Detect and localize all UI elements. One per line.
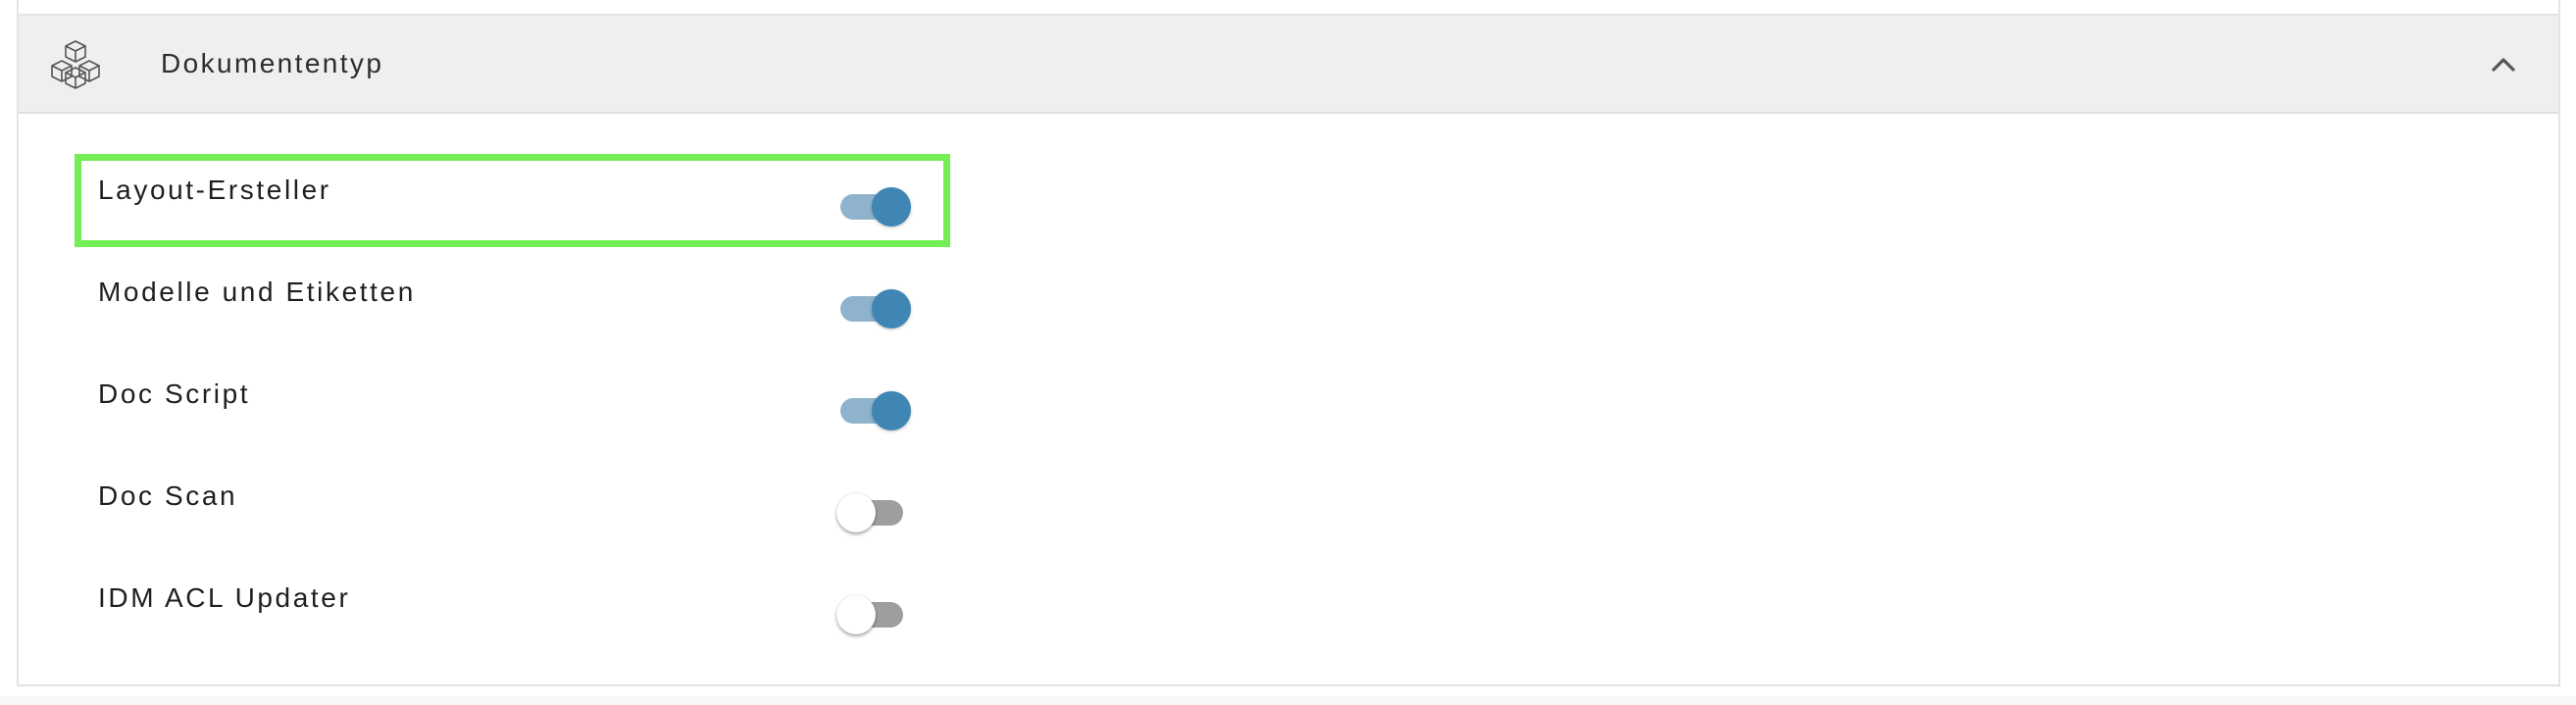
section-title: Dokumententyp	[161, 48, 384, 78]
previous-section-edge	[19, 0, 2558, 16]
toggle-knob	[872, 391, 911, 430]
layout-ersteller-toggle[interactable]	[836, 181, 911, 228]
list-item-idm-acl-updater: IDM ACL Updater	[98, 553, 961, 641]
list-item-doc-script: Doc Script	[98, 349, 961, 437]
toggle-knob	[872, 289, 911, 328]
list-item-layout-ersteller: Layout-Ersteller	[98, 145, 961, 233]
toggle-knob	[836, 493, 876, 532]
list-item-doc-scan: Doc Scan	[98, 451, 961, 539]
doc-scan-toggle[interactable]	[836, 487, 911, 534]
idm-acl-updater-toggle[interactable]	[836, 589, 911, 636]
toggle-knob	[836, 595, 876, 634]
toggle-knob	[872, 187, 911, 227]
chevron-up-icon[interactable]	[2486, 47, 2521, 82]
page: Dokumententyp Layout-Ersteller Modelle u…	[0, 0, 2576, 705]
settings-panel: Dokumententyp Layout-Ersteller Modelle u…	[17, 0, 2560, 686]
list-item-modelle-und-etiketten: Modelle und Etiketten	[98, 247, 961, 335]
next-section-edge	[0, 696, 2576, 705]
item-label: Modelle und Etiketten	[98, 277, 416, 307]
section-header[interactable]: Dokumententyp	[19, 16, 2558, 114]
item-label: Layout-Ersteller	[98, 175, 331, 205]
item-label: IDM ACL Updater	[98, 582, 351, 613]
modelle-und-etiketten-toggle[interactable]	[836, 283, 911, 330]
doc-script-toggle[interactable]	[836, 385, 911, 432]
item-label: Doc Script	[98, 378, 251, 409]
item-label: Doc Scan	[98, 480, 238, 511]
cubes-icon	[51, 40, 100, 89]
